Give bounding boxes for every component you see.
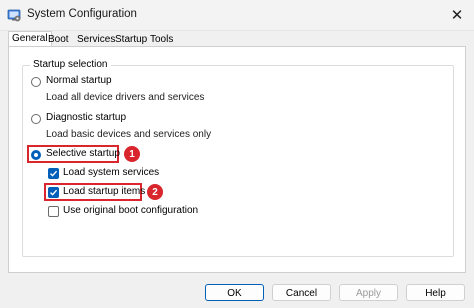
- normal-startup-description: Load all device drivers and services: [46, 92, 205, 103]
- startup-selection-group: Startup selection Normal startup Load al…: [22, 59, 454, 257]
- normal-startup-radio[interactable]: [31, 77, 41, 87]
- load-startup-items-checkbox[interactable]: [48, 187, 59, 198]
- diagnostic-startup-radio[interactable]: [31, 114, 41, 124]
- general-tab-panel: Startup selection Normal startup Load al…: [8, 46, 466, 273]
- ok-button[interactable]: OK: [205, 284, 264, 301]
- use-original-boot-config-label[interactable]: Use original boot configuration: [63, 205, 198, 216]
- tab-tools[interactable]: Tools: [148, 33, 175, 47]
- step-1-badge: 1: [124, 146, 140, 162]
- help-button[interactable]: Help: [406, 284, 465, 301]
- diagnostic-startup-label[interactable]: Diagnostic startup: [46, 112, 126, 123]
- tab-startup[interactable]: Startup: [113, 33, 149, 47]
- step-2-badge: 2: [147, 184, 163, 200]
- tab-strip: General Boot Services Startup Tools: [0, 30, 474, 48]
- cancel-button[interactable]: Cancel: [272, 284, 331, 301]
- system-configuration-window: System Configuration ✕ General Boot Serv…: [0, 0, 474, 308]
- checkmark-icon: [50, 189, 58, 196]
- diagnostic-startup-description: Load basic devices and services only: [46, 129, 212, 140]
- tab-services[interactable]: Services: [75, 33, 117, 47]
- checkmark-icon: [50, 170, 58, 177]
- close-button[interactable]: ✕: [440, 0, 474, 30]
- use-original-boot-config-checkbox[interactable]: [48, 206, 59, 217]
- apply-button[interactable]: Apply: [339, 284, 398, 301]
- selective-startup-radio[interactable]: [31, 150, 41, 160]
- load-system-services-checkbox[interactable]: [48, 168, 59, 179]
- load-startup-items-label[interactable]: Load startup items: [63, 186, 145, 197]
- load-system-services-label[interactable]: Load system services: [63, 167, 159, 178]
- selective-startup-label[interactable]: Selective startup: [46, 148, 120, 159]
- title-bar: System Configuration ✕: [0, 0, 474, 31]
- window-title: System Configuration: [27, 8, 137, 20]
- app-icon: [7, 9, 21, 22]
- dialog-button-bar: OK Cancel Apply Help: [0, 278, 474, 308]
- close-icon: ✕: [450, 7, 464, 24]
- tab-boot[interactable]: Boot: [46, 33, 71, 47]
- startup-selection-label: Startup selection: [30, 59, 111, 70]
- normal-startup-label[interactable]: Normal startup: [46, 75, 112, 86]
